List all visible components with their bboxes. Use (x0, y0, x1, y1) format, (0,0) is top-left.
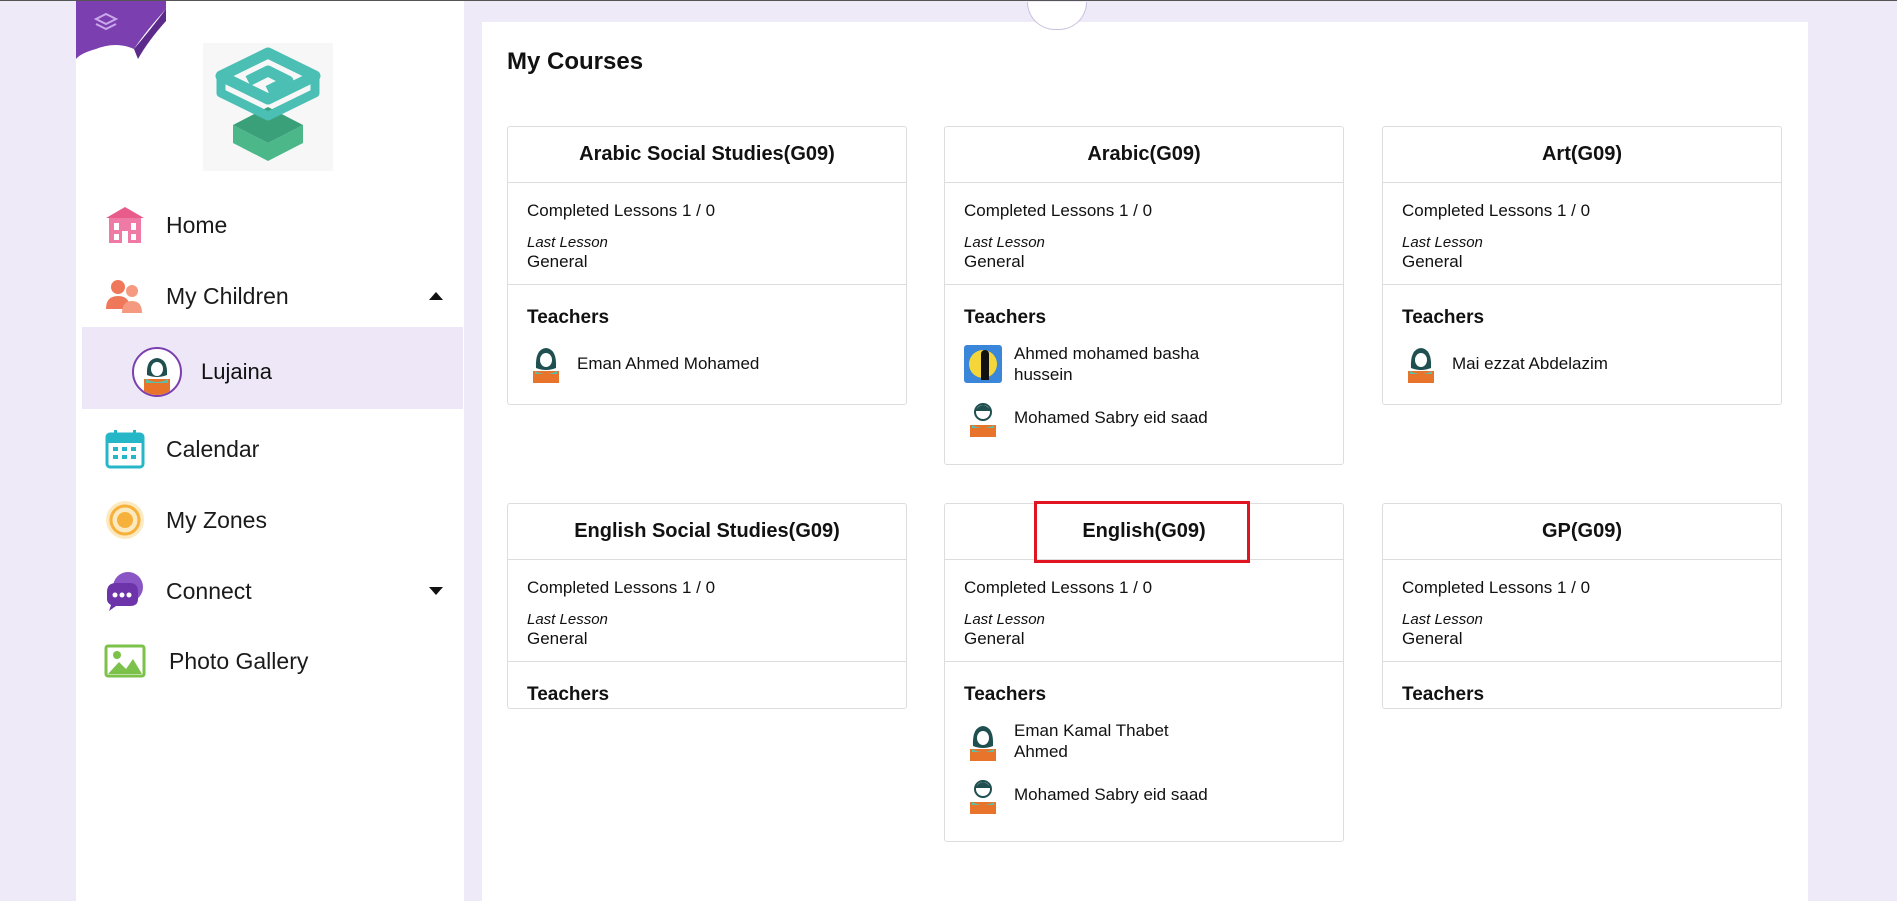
last-lesson-label: Last Lesson (1402, 234, 1483, 251)
highlight-box (1034, 501, 1250, 563)
course-progress: Completed Lessons 1 / 0 Last Lesson Gene… (508, 560, 906, 662)
last-lesson-value: General (964, 629, 1025, 648)
nav-my-zones-label: My Zones (166, 506, 267, 533)
last-lesson-label: Last Lesson (964, 611, 1045, 628)
nav-home[interactable]: Home (76, 195, 464, 255)
course-title[interactable]: GP(G09) (1383, 504, 1781, 560)
nav-my-zones[interactable]: My Zones (76, 490, 464, 550)
course-progress: Completed Lessons 1 / 0 Last Lesson Gene… (945, 183, 1343, 285)
course-title[interactable]: English Social Studies(G09) (508, 504, 906, 560)
teachers-section: Teachers (1383, 662, 1781, 730)
course-progress: Completed Lessons 1 / 0 Last Lesson Gene… (1383, 560, 1781, 662)
teachers-section: Teachers Eman Kamal Thabet Ahmed Mohamed… (945, 662, 1343, 836)
teacher-item[interactable]: Mohamed Sabry eid saad (964, 774, 1324, 814)
main-panel: My Courses Arabic Social Studies(G09) Co… (482, 2, 1808, 901)
teacher-avatar-icon (964, 774, 1002, 814)
child-item-lujaina[interactable]: Lujaina (82, 327, 463, 409)
nav-my-children-label: My Children (166, 282, 289, 309)
nav-photo-gallery-label: Photo Gallery (169, 647, 309, 674)
teachers-section: Teachers Ahmed mohamed basha hussein Moh… (945, 285, 1343, 459)
teachers-section: Teachers Mai ezzat Abdelazim (1383, 285, 1781, 405)
teachers-heading: Teachers (527, 684, 610, 705)
last-lesson-label: Last Lesson (527, 611, 608, 628)
teachers-section: Teachers (508, 662, 906, 730)
completed-lessons: Completed Lessons 1 / 0 (964, 201, 1153, 220)
chevron-up-icon[interactable] (429, 292, 443, 300)
teacher-photo-avatar (964, 344, 1002, 384)
last-lesson-value: General (1402, 252, 1463, 271)
home-icon (104, 204, 146, 246)
school-logo (203, 43, 333, 171)
course-title[interactable]: Arabic(G09) (945, 127, 1343, 183)
completed-lessons: Completed Lessons 1 / 0 (1402, 201, 1591, 220)
last-lesson-value: General (527, 629, 588, 648)
teacher-item[interactable]: Mai ezzat Abdelazim (1402, 343, 1762, 383)
completed-lessons: Completed Lessons 1 / 0 (964, 578, 1153, 597)
teachers-heading: Teachers (527, 307, 610, 328)
teachers-heading: Teachers (964, 684, 1047, 705)
teachers-heading: Teachers (1402, 307, 1485, 328)
teacher-name: Ahmed mohamed basha hussein (1014, 344, 1200, 384)
teacher-item[interactable]: Mohamed Sabry eid saad (964, 397, 1324, 437)
top-tab-circle[interactable] (1027, 2, 1087, 30)
nav-my-children[interactable]: My Children (76, 266, 464, 326)
last-lesson-label: Last Lesson (964, 234, 1045, 251)
sidebar: Home My Children Lujaina Calendar My Zon… (76, 1, 464, 901)
last-lesson-value: General (964, 252, 1025, 271)
course-progress: Completed Lessons 1 / 0 Last Lesson Gene… (508, 183, 906, 285)
course-title[interactable]: Arabic Social Studies(G09) (508, 127, 906, 183)
nav-calendar-label: Calendar (166, 435, 260, 462)
last-lesson-label: Last Lesson (527, 234, 608, 251)
teacher-name: Eman Ahmed Mohamed (577, 353, 760, 373)
teacher-avatar-icon (1402, 343, 1440, 383)
teacher-item[interactable]: Eman Ahmed Mohamed (527, 343, 887, 383)
calendar-icon (104, 428, 146, 470)
connect-icon (104, 570, 146, 612)
children-icon (104, 275, 146, 317)
teacher-name: Mohamed Sabry eid saad (1014, 407, 1208, 427)
child-avatar (132, 347, 182, 397)
teachers-heading: Teachers (964, 307, 1047, 328)
page-title: My Courses (507, 48, 644, 75)
completed-lessons: Completed Lessons 1 / 0 (1402, 578, 1591, 597)
course-card-arabic[interactable]: Arabic(G09) Completed Lessons 1 / 0 Last… (944, 126, 1344, 465)
last-lesson-value: General (1402, 629, 1463, 648)
completed-lessons: Completed Lessons 1 / 0 (527, 578, 716, 597)
last-lesson-value: General (527, 252, 588, 271)
teachers-section: Teachers Eman Ahmed Mohamed (508, 285, 906, 405)
nav-connect[interactable]: Connect (76, 561, 464, 621)
course-progress: Completed Lessons 1 / 0 Last Lesson Gene… (1383, 183, 1781, 285)
course-card-arabic-social-studies[interactable]: Arabic Social Studies(G09) Completed Les… (507, 126, 907, 405)
course-card-gp[interactable]: GP(G09) Completed Lessons 1 / 0 Last Les… (1382, 503, 1782, 709)
chevron-down-icon[interactable] (429, 587, 443, 595)
teacher-name: Mohamed Sabry eid saad (1014, 784, 1208, 804)
course-title[interactable]: Art(G09) (1383, 127, 1781, 183)
course-progress: Completed Lessons 1 / 0 Last Lesson Gene… (945, 560, 1343, 662)
corner-badge (76, 1, 166, 59)
teacher-item[interactable]: Ahmed mohamed basha hussein (964, 343, 1324, 385)
gallery-icon (104, 640, 146, 682)
teacher-avatar-icon (964, 721, 1002, 761)
nav-calendar[interactable]: Calendar (76, 419, 464, 479)
teacher-name: Eman Kamal Thabet Ahmed (1014, 721, 1169, 761)
teacher-item[interactable]: Eman Kamal Thabet Ahmed (964, 720, 1324, 762)
zones-icon (104, 499, 146, 541)
completed-lessons: Completed Lessons 1 / 0 (527, 201, 716, 220)
nav-photo-gallery[interactable]: Photo Gallery (76, 631, 464, 691)
nav-home-label: Home (166, 211, 228, 238)
teacher-avatar-icon (964, 397, 1002, 437)
teacher-avatar-icon (527, 343, 565, 383)
course-card-english-social-studies[interactable]: English Social Studies(G09) Completed Le… (507, 503, 907, 709)
last-lesson-label: Last Lesson (1402, 611, 1483, 628)
course-card-art[interactable]: Art(G09) Completed Lessons 1 / 0 Last Le… (1382, 126, 1782, 405)
teachers-heading: Teachers (1402, 684, 1485, 705)
nav-connect-label: Connect (166, 577, 252, 604)
child-name: Lujaina (201, 359, 272, 384)
teacher-name: Mai ezzat Abdelazim (1452, 353, 1608, 373)
